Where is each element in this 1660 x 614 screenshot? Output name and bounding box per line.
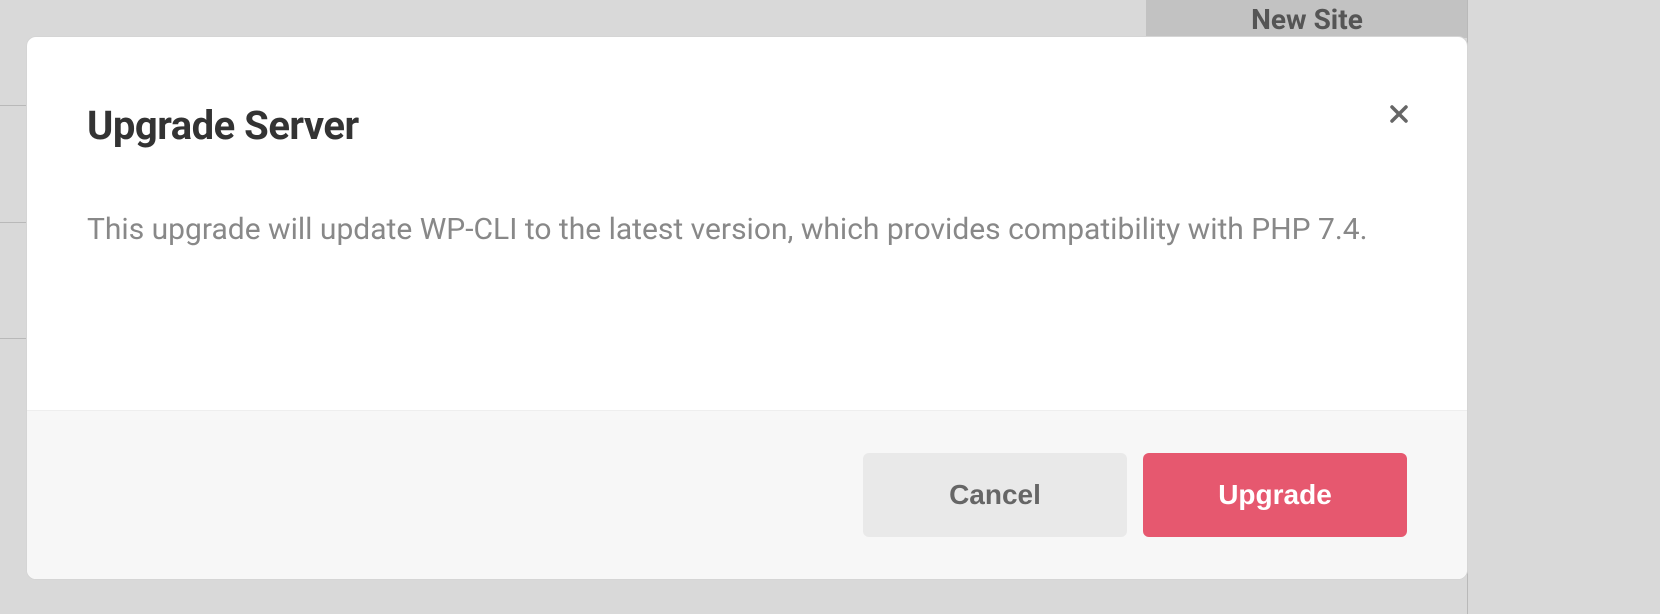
new-site-button[interactable]: New Site xyxy=(1146,0,1468,38)
modal-footer: Cancel Upgrade xyxy=(27,410,1467,579)
upgrade-button[interactable]: Upgrade xyxy=(1143,453,1407,537)
modal-title: Upgrade Server xyxy=(87,102,359,149)
modal-header: Upgrade Server xyxy=(87,102,1407,149)
modal-description: This upgrade will update WP-CLI to the l… xyxy=(87,209,1407,251)
close-icon xyxy=(1387,102,1411,126)
close-button[interactable] xyxy=(1383,98,1415,130)
new-site-label: New Site xyxy=(1251,3,1363,36)
bg-divider xyxy=(0,338,26,339)
modal-body: Upgrade Server This upgrade will update … xyxy=(27,37,1467,410)
cancel-button[interactable]: Cancel xyxy=(863,453,1127,537)
upgrade-server-modal: Upgrade Server This upgrade will update … xyxy=(26,36,1468,580)
bg-divider xyxy=(0,222,26,223)
bg-divider xyxy=(0,105,26,106)
